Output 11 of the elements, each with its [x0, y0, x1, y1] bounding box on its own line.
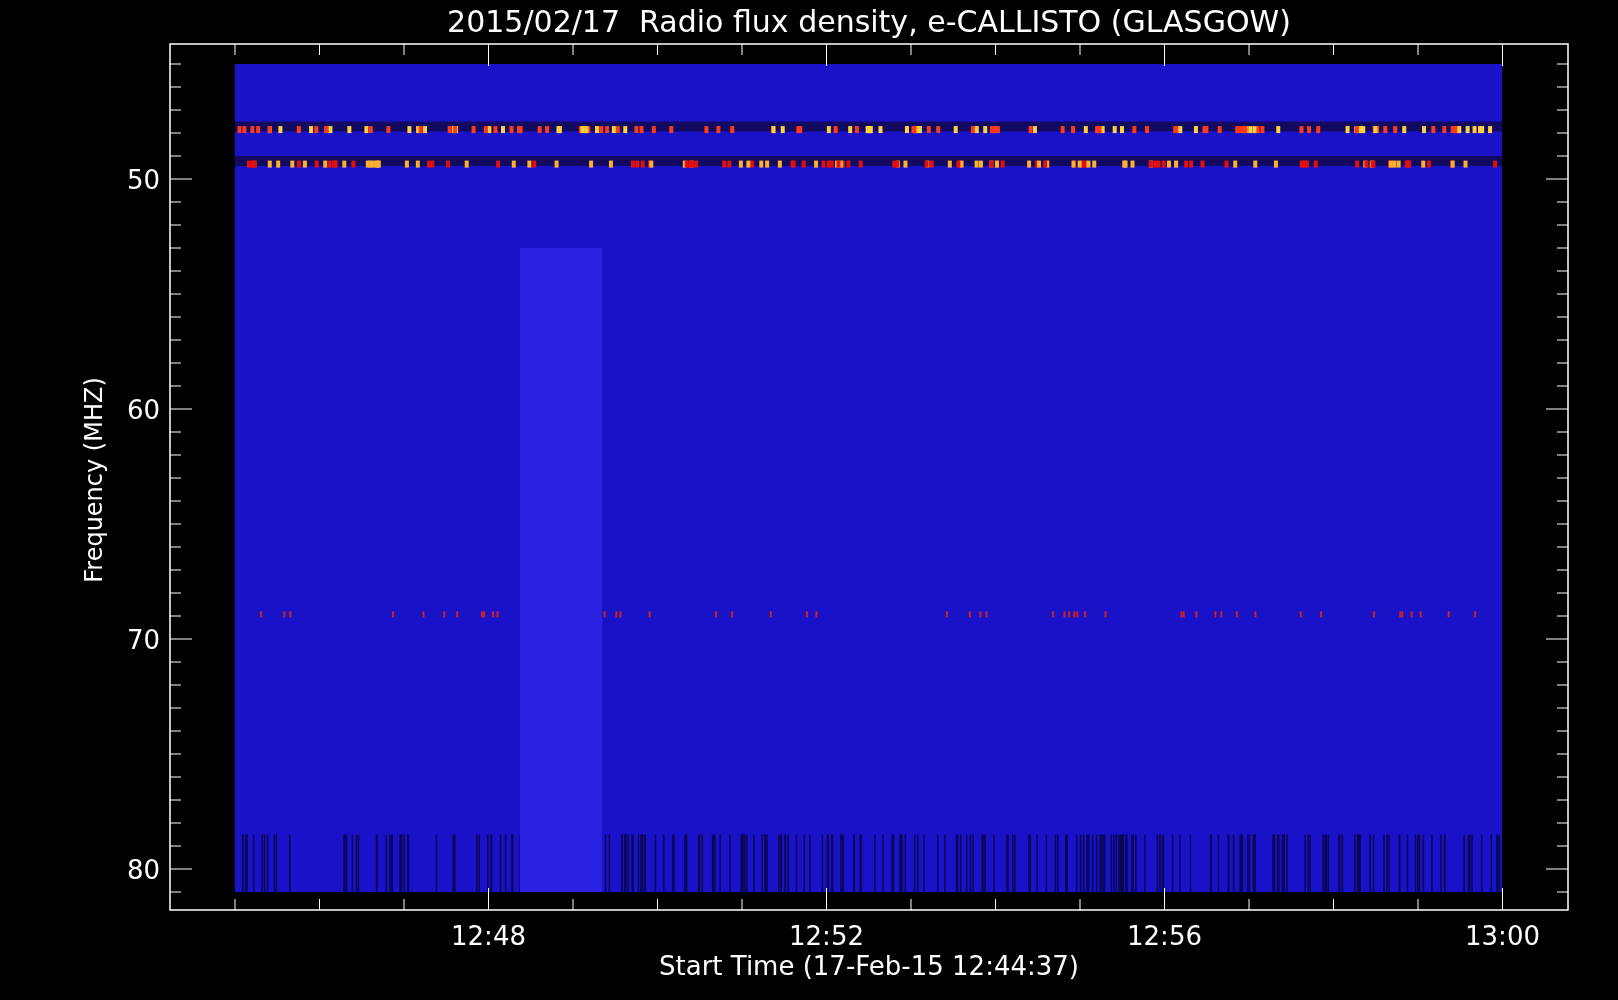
- x-tick-label: 12:56: [1127, 921, 1202, 951]
- chart-title: 2015/02/17 Radio flux density, e-CALLISTO (GLASGOW): [447, 4, 1291, 39]
- x-axis-label: Start Time (17-Feb-15 12:44:37): [659, 951, 1079, 981]
- x-tick-label: 13:00: [1465, 921, 1540, 951]
- y-axis-label: Frequency (MHZ): [80, 377, 108, 583]
- x-tick-label: 12:52: [789, 921, 864, 951]
- y-tick-label: 50: [126, 165, 160, 195]
- y-tick-label: 80: [126, 855, 160, 885]
- y-tick-label: 70: [126, 625, 160, 655]
- x-tick-label: 12:48: [451, 921, 526, 951]
- y-tick-label: 60: [126, 395, 160, 425]
